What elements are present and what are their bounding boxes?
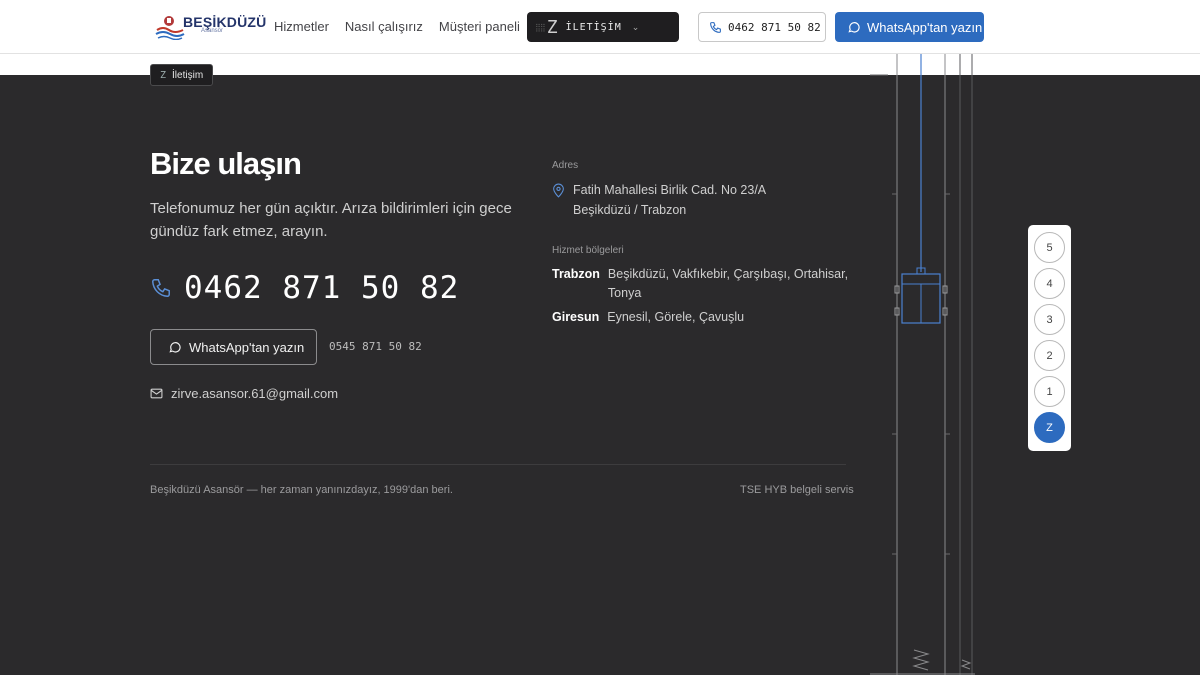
header-phone-button[interactable]: 0462 871 50 82 <box>698 12 826 42</box>
floor-selector: 5 4 3 2 1 Z <box>1028 225 1071 451</box>
phone-icon <box>710 21 721 33</box>
mail-icon <box>150 388 163 399</box>
floor-indicator-dropdown[interactable]: ⣿⣿ Z İLETİŞİM ⌄ <box>527 12 679 42</box>
nav-item-hizmetler[interactable]: Hizmetler <box>274 19 329 34</box>
main-nav: Hizmetler Nasıl çalışırız Müşteri paneli <box>274 19 520 34</box>
address-label: Adres <box>552 160 579 171</box>
nav-item-nasil-calisiriz[interactable]: Nasıl çalışırız <box>345 19 423 34</box>
brand-sub: Asansör <box>201 28 224 34</box>
phone-icon <box>152 279 170 297</box>
region-areas: Eynesil, Görele, Çavuşlu <box>607 310 745 324</box>
brand-logo[interactable]: BEŞİKDÜZÜ Asansör <box>155 12 266 40</box>
nav-item-musteri-paneli[interactable]: Müşteri paneli <box>439 19 520 34</box>
header-whatsapp-label: WhatsApp'tan yazın <box>867 19 983 35</box>
main-phone-link[interactable]: 0462 871 50 82 <box>150 270 459 306</box>
floor-indicator-floor: Z <box>546 16 558 38</box>
page-title: Bize ulaşın <box>150 146 302 181</box>
floor-tag-label: İletişim <box>172 69 204 81</box>
site-header: BEŞİKDÜZÜ Asansör Hizmetler Nasıl çalışı… <box>0 0 1200 54</box>
floor-indicator-label: İLETİŞİM <box>565 21 622 33</box>
floor-button-3[interactable]: 3 <box>1034 304 1065 335</box>
region-city: Trabzon <box>552 267 600 281</box>
logo-waves-icon <box>155 27 185 40</box>
whatsapp-button[interactable]: WhatsApp'tan yazın <box>150 329 317 365</box>
regions-label: Hizmet bölgeleri <box>552 245 624 256</box>
address: Fatih Mahallesi Birlik Cad. No 23/A Beşi… <box>552 180 766 220</box>
main-phone-number: 0462 871 50 82 <box>184 270 460 306</box>
chat-bubble-icon <box>848 22 860 33</box>
address-line-2: Beşikdüzü / Trabzon <box>573 203 687 217</box>
email-link[interactable]: zirve.asansor.61@gmail.com <box>150 386 338 401</box>
floor-tag-floor: Z <box>160 69 167 81</box>
floor-button-1[interactable]: 1 <box>1034 376 1065 407</box>
floor-tag: Z İletişim <box>150 64 214 86</box>
floor-button-2[interactable]: 2 <box>1034 340 1065 371</box>
brand-name: BEŞİKDÜZÜ <box>183 14 267 30</box>
chevron-down-icon: ⌄ <box>631 21 640 32</box>
region-row: Trabzon Beşikdüzü, Vakfıkebir, Çarşıbaşı… <box>552 265 852 303</box>
footer-divider <box>150 464 846 465</box>
header-phone-label: 0462 871 50 82 <box>728 20 821 34</box>
region-areas: Beşikdüzü, Vakfıkebir, Çarşıbaşı, Ortahi… <box>607 267 849 300</box>
map-pin-icon <box>553 183 564 198</box>
footer-tagline: Beşikdüzü Asansör — her zaman yanınızday… <box>150 484 453 496</box>
region-row: Giresun Eynesil, Görele, Çavuşlu <box>552 308 852 327</box>
email-address: zirve.asansor.61@gmail.com <box>171 386 339 401</box>
floor-button-5[interactable]: 5 <box>1034 232 1065 263</box>
alt-phone-link[interactable]: 0545 871 50 82 <box>329 340 422 353</box>
chat-bubble-icon <box>169 342 181 353</box>
whatsapp-button-label: WhatsApp'tan yazın <box>189 339 305 355</box>
floor-button-4[interactable]: 4 <box>1034 268 1065 299</box>
logo-emblem-icon <box>164 16 174 26</box>
address-line-1: Fatih Mahallesi Birlik Cad. No 23/A <box>573 183 767 197</box>
floor-dots-icon: ⣿⣿ <box>535 22 546 32</box>
floor-button-z[interactable]: Z <box>1034 412 1065 443</box>
header-whatsapp-button[interactable]: WhatsApp'tan yazın <box>835 12 984 42</box>
lead-text: Telefonumuz her gün açıktır. Arıza bildi… <box>150 200 512 240</box>
region-city: Giresun <box>552 310 600 324</box>
footer-certificate: TSE HYB belgeli servis <box>740 484 854 496</box>
